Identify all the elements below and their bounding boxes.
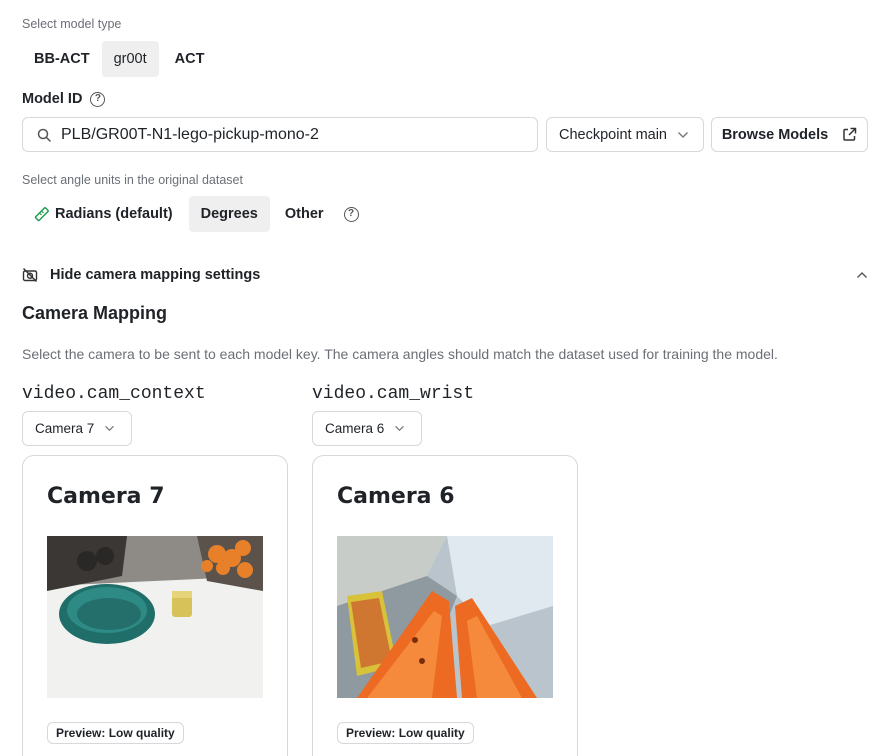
camera-off-icon bbox=[22, 267, 38, 283]
chevron-up-icon[interactable] bbox=[856, 271, 868, 279]
angle-unit-radians[interactable]: Radians (default) bbox=[22, 196, 185, 232]
angle-units-selector: Radians (default) Degrees Other ? bbox=[22, 196, 359, 232]
camera-card-wrist: Camera 6 Preview: Low quality bbox=[312, 455, 578, 756]
model-type-gr00t[interactable]: gr00t bbox=[101, 41, 159, 77]
angle-unit-degrees[interactable]: Degrees bbox=[188, 196, 270, 232]
browse-models-label: Browse Models bbox=[721, 126, 829, 143]
help-circle-icon[interactable]: ? bbox=[90, 91, 106, 107]
checkpoint-select-value: Checkpoint main bbox=[559, 126, 667, 143]
external-link-icon bbox=[842, 127, 857, 142]
cam-context-select[interactable]: Camera 7 bbox=[22, 411, 132, 446]
cam-wrist-select[interactable]: Camera 6 bbox=[312, 411, 422, 446]
camera-preview-image bbox=[47, 536, 263, 698]
camera-mapping-description: Select the camera to be sent to each mod… bbox=[22, 346, 778, 362]
camera-card-title: Camera 7 bbox=[47, 484, 165, 509]
model-id-search-field[interactable] bbox=[22, 117, 538, 152]
preview-quality-badge: Preview: Low quality bbox=[337, 722, 474, 744]
search-icon bbox=[37, 128, 51, 142]
model-id-input[interactable] bbox=[61, 125, 521, 144]
cam-context-select-value: Camera 7 bbox=[35, 421, 95, 436]
model-key-cam-wrist: video.cam_wrist bbox=[312, 384, 475, 404]
angle-unit-radians-label: Radians (default) bbox=[55, 206, 173, 222]
model-type-act[interactable]: ACT bbox=[163, 41, 217, 77]
camera-mapping-title: Camera Mapping bbox=[22, 303, 168, 323]
angle-units-label: Select angle units in the original datas… bbox=[22, 173, 243, 187]
camera-mapping-toggle[interactable]: Hide camera mapping settings bbox=[22, 262, 868, 288]
model-id-label-text: Model ID bbox=[22, 91, 83, 107]
model-key-cam-context: video.cam_context bbox=[22, 384, 206, 404]
browse-models-button[interactable]: Browse Models bbox=[711, 117, 868, 152]
model-id-label: Model ID ? bbox=[22, 91, 106, 107]
model-type-selector: BB-ACT gr00t ACT bbox=[22, 41, 216, 77]
angle-unit-other[interactable]: Other bbox=[273, 196, 336, 232]
checkpoint-select[interactable]: Checkpoint main bbox=[546, 117, 704, 152]
chevron-down-icon bbox=[104, 425, 115, 432]
camera-preview-image bbox=[337, 536, 553, 698]
camera-card-title: Camera 6 bbox=[337, 484, 455, 509]
chevron-down-icon bbox=[677, 131, 689, 139]
camera-card-context: Camera 7 Preview: Low quality bbox=[22, 455, 288, 756]
camera-mapping-toggle-label: Hide camera mapping settings bbox=[50, 267, 261, 283]
ruler-icon bbox=[34, 206, 49, 222]
model-type-bb-act[interactable]: BB-ACT bbox=[22, 41, 102, 77]
model-type-label: Select model type bbox=[22, 17, 122, 31]
help-circle-icon[interactable]: ? bbox=[343, 206, 359, 222]
preview-quality-badge: Preview: Low quality bbox=[47, 722, 184, 744]
chevron-down-icon bbox=[394, 425, 405, 432]
cam-wrist-select-value: Camera 6 bbox=[325, 421, 385, 436]
